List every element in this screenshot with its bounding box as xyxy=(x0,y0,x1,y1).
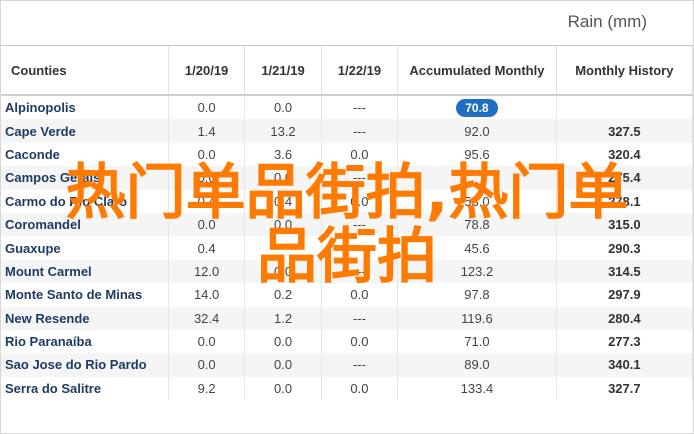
county-cell[interactable]: Serra do Salitre xyxy=(1,376,169,401)
history-cell: 327.5 xyxy=(556,119,693,143)
column-header-day1[interactable]: 1/20/19 xyxy=(168,46,246,96)
column-header-day2[interactable]: 1/21/19 xyxy=(244,46,322,96)
day3-cell: 0.0 xyxy=(321,376,399,401)
unit-label: Rain (mm) xyxy=(567,12,647,31)
day2-cell: 13.2 xyxy=(244,119,322,143)
day2-cell: 1.2 xyxy=(244,306,322,330)
day1-cell: 32.4 xyxy=(168,306,246,330)
day2-cell: 0.0 xyxy=(244,376,322,401)
history-cell: 277.3 xyxy=(556,329,693,354)
watermark-line-1: 热门单品街拍,热门单 xyxy=(65,158,629,228)
table-row: New Resende 32.4 1.2 --- 119.6 280.4 xyxy=(1,306,693,330)
accumulated-cell: 92.0 xyxy=(397,119,557,143)
day3-cell: --- xyxy=(321,306,399,330)
day3-cell: --- xyxy=(321,95,399,120)
day2-cell: 0.0 xyxy=(244,353,322,377)
county-cell[interactable]: Alpinopolis xyxy=(1,95,169,120)
accumulated-cell: 71.0 xyxy=(397,329,557,354)
table-row: Serra do Salitre 9.2 0.0 0.0 133.4 327.7 xyxy=(1,376,693,401)
column-header-counties[interactable]: Counties xyxy=(1,46,169,96)
history-cell xyxy=(556,95,693,120)
day1-cell: 0.0 xyxy=(168,95,246,120)
day1-cell: 0.0 xyxy=(168,353,246,377)
column-header-history[interactable]: Monthly History xyxy=(556,46,693,96)
history-cell: 327.7 xyxy=(556,376,693,401)
accumulated-cell: 89.0 xyxy=(397,353,557,377)
column-header-day3[interactable]: 1/22/19 xyxy=(321,46,399,96)
watermark-line-2: 品街拍 xyxy=(257,222,437,292)
accumulated-cell: 119.6 xyxy=(397,306,557,330)
county-cell[interactable]: Cape Verde xyxy=(1,119,169,143)
county-cell[interactable]: Sao Jose do Rio Pardo xyxy=(1,353,169,377)
history-cell: 340.1 xyxy=(556,353,693,377)
day1-cell: 0.0 xyxy=(168,329,246,354)
county-cell[interactable]: New Resende xyxy=(1,306,169,330)
table-row: Alpinopolis 0.0 0.0 --- 70.8 xyxy=(1,95,693,120)
table-row: Sao Jose do Rio Pardo 0.0 0.0 --- 89.0 340.1 xyxy=(1,353,693,377)
day2-cell: 0.0 xyxy=(244,329,322,354)
day3-cell: 0.0 xyxy=(321,329,399,354)
column-header-accumulated[interactable]: Accumulated Monthly xyxy=(397,46,557,96)
accumulated-cell: 70.8 xyxy=(397,95,557,120)
table-row: Cape Verde 1.4 13.2 --- 92.0 327.5 xyxy=(1,119,693,143)
day1-cell: 9.2 xyxy=(168,376,246,401)
highlight-badge: 70.8 xyxy=(456,98,498,117)
table-header-row: Counties 1/20/19 1/21/19 1/22/19 Accumul… xyxy=(1,46,693,96)
day2-cell: 0.0 xyxy=(244,95,322,120)
history-cell: 280.4 xyxy=(556,306,693,330)
table-row: Rio Paranaíba 0.0 0.0 0.0 71.0 277.3 xyxy=(1,329,693,354)
watermark-overlay: 热门单品街拍,热门单 品街拍 xyxy=(7,161,687,289)
day3-cell: --- xyxy=(321,353,399,377)
county-cell[interactable]: Rio Paranaíba xyxy=(1,329,169,354)
accumulated-cell: 133.4 xyxy=(397,376,557,401)
rain-table-panel: Rain (mm) Counties 1/20/19 1/21/19 1/22/… xyxy=(0,0,694,434)
day3-cell: --- xyxy=(321,119,399,143)
panel-header: Rain (mm) xyxy=(1,1,693,46)
day1-cell: 1.4 xyxy=(168,119,246,143)
